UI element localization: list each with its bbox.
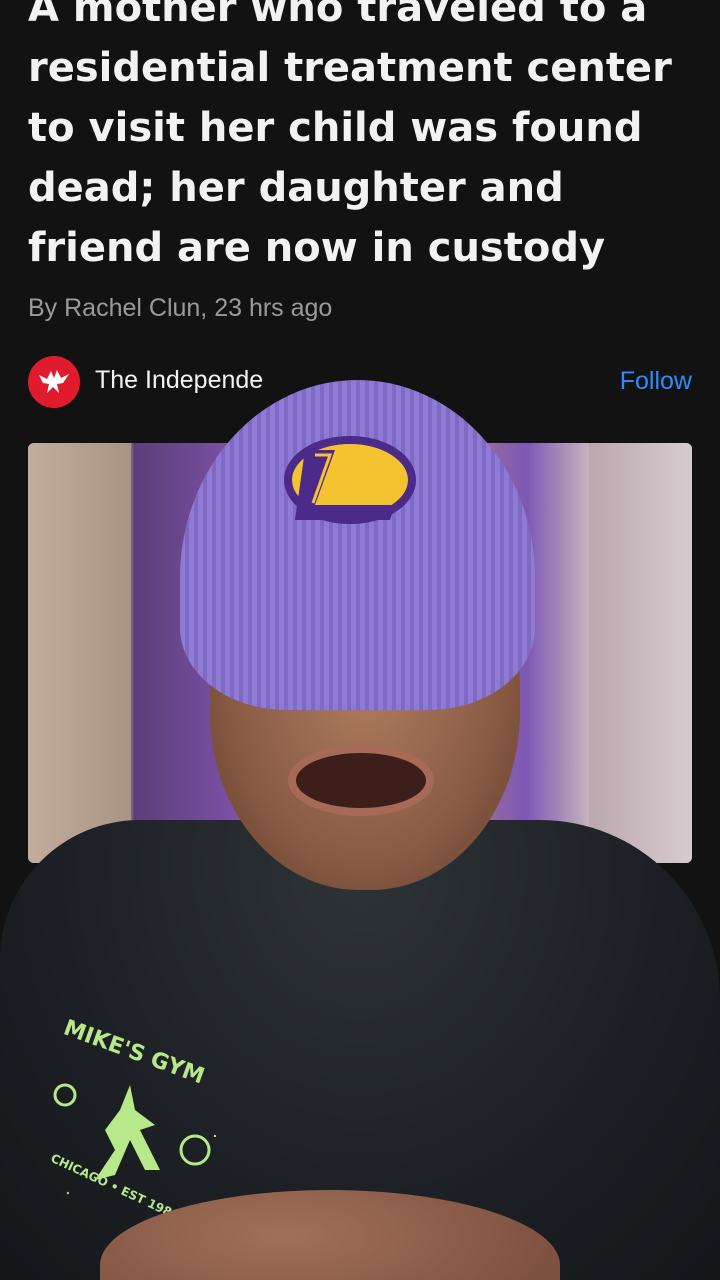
video-overlay-person: MIKE'S GYM CHICAGO • EST 1984 [0,350,720,1280]
lakers-logo-icon [284,436,416,524]
beanie [180,380,535,710]
article-byline: By Rachel Clun, 23 hrs ago [28,294,333,322]
mouth [288,745,434,816]
article-headline: A mother who traveled to a residential t… [28,0,672,271]
